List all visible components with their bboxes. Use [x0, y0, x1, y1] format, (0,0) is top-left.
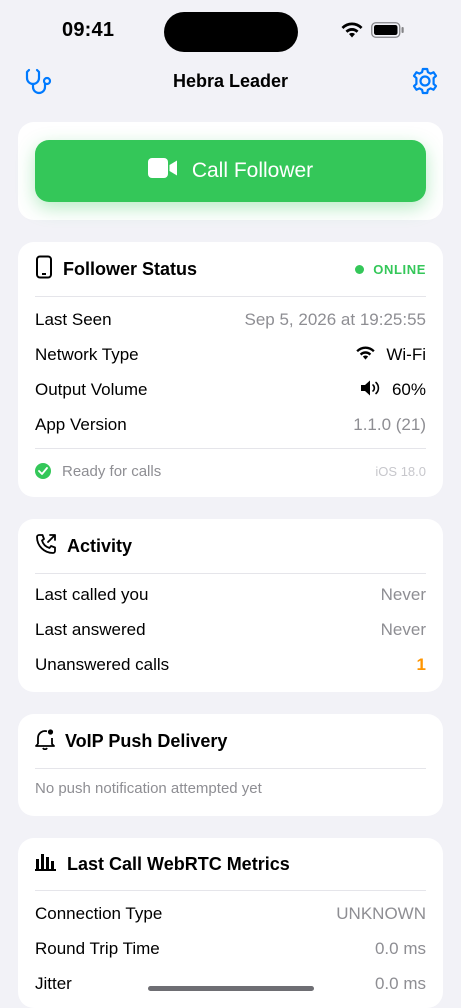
row-label: Last Seen [35, 310, 112, 329]
phone-icon [35, 255, 53, 284]
voip-card: VoIP Push Delivery No push notification … [18, 714, 443, 816]
dynamic-island [164, 12, 298, 52]
video-camera-icon [147, 158, 178, 184]
row-label: Connection Type [35, 904, 163, 923]
follower-status-header: Follower Status ONLINE [35, 242, 426, 297]
ready-status-text: Ready for calls [62, 462, 162, 480]
activity-card: Activity Last called you Never Last answ… [18, 519, 443, 692]
call-follower-label: Call Follower [191, 159, 314, 182]
status-badge-label: ONLINE [373, 261, 426, 277]
divider [35, 448, 426, 449]
webrtc-header: Last Call WebRTC Metrics [35, 838, 426, 891]
webrtc-title: Last Call WebRTC Metrics [67, 853, 290, 874]
ios-version-text: iOS 18.0 [375, 463, 426, 479]
follower-status-card: Follower Status ONLINE Last Seen Sep 5, … [18, 242, 443, 497]
activity-row-last-called: Last called you Never [35, 578, 426, 612]
row-label: App Version [35, 415, 127, 434]
info-row-output-volume: Output Volume 60% [35, 373, 426, 407]
info-row-app-version: App Version 1.1.0 (21) [35, 408, 426, 442]
row-value: Sep 5, 2026 at 19:25:55 [244, 310, 427, 329]
row-label: Network Type [35, 345, 139, 364]
gear-icon[interactable] [410, 66, 440, 101]
row-label: Output Volume [35, 380, 148, 399]
activity-title: Activity [67, 535, 133, 556]
voip-message: No push notification attempted yet [35, 780, 262, 797]
webrtc-card: Last Call WebRTC Metrics Connection Type… [18, 838, 443, 1008]
webrtc-row-round-trip-time: Round Trip Time 0.0 ms [35, 932, 426, 966]
info-row-network-type: Network Type Wi-Fi [35, 338, 426, 372]
row-label: Jitter [35, 974, 72, 993]
row-label: Unanswered calls [35, 655, 170, 674]
call-follower-button[interactable]: Call Follower [35, 140, 426, 202]
phone-arrow-icon [35, 533, 57, 560]
row-label: Last called you [35, 585, 149, 604]
row-value: 1.1.0 (21) [353, 415, 426, 434]
home-indicator[interactable] [148, 986, 314, 991]
info-row-last-seen: Last Seen Sep 5, 2026 at 19:25:55 [35, 303, 426, 337]
bell-icon [35, 728, 55, 755]
speaker-icon [360, 379, 382, 402]
row-value: UNKNOWN [336, 904, 426, 923]
activity-header: Activity [35, 519, 426, 574]
bar-chart-icon [35, 853, 57, 876]
checkmark-icon [35, 463, 51, 479]
row-value: Wi-Fi [355, 345, 426, 366]
output-volume-value: 60% [391, 380, 426, 399]
wifi-icon [355, 345, 376, 366]
row-value: Never [380, 585, 426, 604]
follower-status-title: Follower Status [63, 258, 198, 279]
row-label: Round Trip Time [35, 939, 160, 958]
status-bar: 09:41 [0, 0, 461, 60]
webrtc-row-jitter: Jitter 0.0 ms [35, 967, 426, 1001]
activity-row-last-answered: Last answered Never [35, 613, 426, 647]
row-label: Last answered [35, 620, 146, 639]
battery-icon [371, 22, 405, 43]
row-value: 60% [360, 379, 426, 402]
wifi-icon [340, 21, 364, 44]
voip-title: VoIP Push Delivery [65, 730, 228, 751]
status-time: 09:41 [62, 19, 115, 41]
follower-status-footer: Ready for calls iOS 18.0 [35, 459, 426, 483]
webrtc-row-connection-type: Connection Type UNKNOWN [35, 897, 426, 931]
status-badge: ONLINE [355, 262, 426, 277]
call-card: Call Follower [18, 122, 443, 220]
row-value: 0.0 ms [374, 974, 426, 993]
row-value: Never [380, 620, 426, 639]
page-title: Hebra Leader [172, 71, 289, 91]
navigation-bar: Hebra Leader [0, 60, 461, 104]
row-value: 0.0 ms [374, 939, 426, 958]
voip-header: VoIP Push Delivery [35, 714, 426, 769]
online-dot [355, 264, 365, 274]
network-type-value: Wi-Fi [386, 345, 426, 364]
activity-row-unanswered: Unanswered calls 1 [35, 648, 426, 682]
unanswered-count: 1 [416, 655, 426, 674]
